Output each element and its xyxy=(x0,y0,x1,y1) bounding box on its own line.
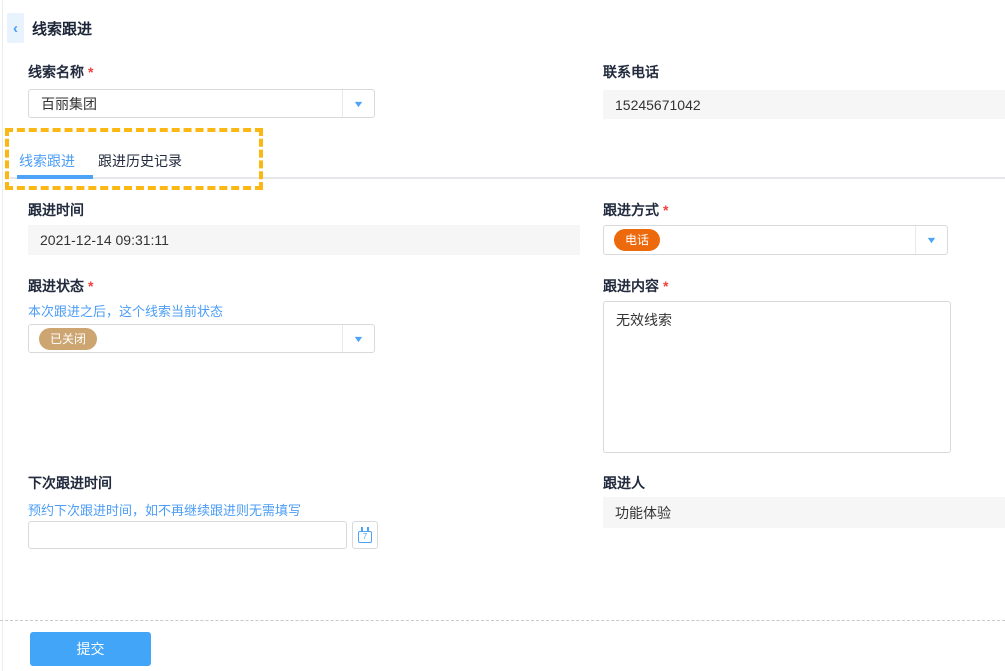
follow-time-field: 2021-12-14 09:31:11 xyxy=(28,225,580,255)
follow-status-label: 跟进状态* xyxy=(28,276,93,296)
required-marker: * xyxy=(663,202,668,218)
lead-name-label: 线索名称* xyxy=(28,62,93,82)
active-tab-underline xyxy=(17,175,93,179)
back-button[interactable]: ‹ xyxy=(7,13,24,43)
follower-label: 跟进人 xyxy=(603,473,645,493)
follow-method-tag: 电话 xyxy=(614,229,660,251)
follow-status-tag: 已关闭 xyxy=(39,328,97,350)
follow-method-caret-box[interactable]: ▼ xyxy=(915,226,947,254)
follow-status-hint: 本次跟进之后，这个线索当前状态 xyxy=(28,301,223,320)
required-marker: * xyxy=(663,278,668,294)
lead-name-caret-box[interactable]: ▼ xyxy=(342,90,374,117)
follow-content-textarea[interactable]: 无效线索 xyxy=(603,301,951,453)
follow-status-select[interactable]: 已关闭 ▼ xyxy=(28,324,375,353)
page-title: 线索跟进 xyxy=(32,18,92,39)
next-follow-time-input[interactable] xyxy=(28,521,347,549)
follow-status-caret-box[interactable]: ▼ xyxy=(342,325,374,352)
required-marker: * xyxy=(88,278,93,294)
next-follow-time-label: 下次跟进时间 xyxy=(28,473,112,493)
contact-phone-label: 联系电话 xyxy=(603,62,659,82)
chevron-down-icon: ▼ xyxy=(925,235,937,245)
lead-name-value: 百丽集团 xyxy=(29,90,342,117)
footer-dashed-divider xyxy=(0,620,1005,621)
tab-follow-up-history[interactable]: 跟进历史记录 xyxy=(98,151,182,171)
tabs-baseline xyxy=(10,177,1005,179)
panel-left-border xyxy=(2,0,3,671)
follow-time-value: 2021-12-14 09:31:11 xyxy=(40,232,169,248)
follow-method-label: 跟进方式* xyxy=(603,200,668,220)
contact-phone-value: 15245671042 xyxy=(615,97,701,113)
follow-content-label: 跟进内容* xyxy=(603,276,668,296)
calendar-icon: 7 xyxy=(358,531,372,543)
chevron-down-icon: ▼ xyxy=(352,334,364,344)
contact-phone-field: 15245671042 xyxy=(603,90,1005,119)
lead-follow-up-page: ‹ 线索跟进 线索名称* 百丽集团 ▼ 联系电话 15245671042 线索跟… xyxy=(0,0,1005,671)
lead-name-select[interactable]: 百丽集团 ▼ xyxy=(28,89,375,118)
next-follow-time-hint: 预约下次跟进时间，如不再继续跟进则无需填写 xyxy=(28,500,301,519)
tab-lead-follow-up[interactable]: 线索跟进 xyxy=(19,151,75,171)
follower-field: 功能体验 xyxy=(603,497,1005,528)
required-marker: * xyxy=(88,64,93,80)
calendar-picker-button[interactable]: 7 xyxy=(352,521,378,549)
follow-time-label: 跟进时间 xyxy=(28,200,84,220)
back-chevron-icon: ‹ xyxy=(13,20,18,37)
follower-value: 功能体验 xyxy=(615,503,671,523)
submit-button[interactable]: 提交 xyxy=(30,632,151,666)
chevron-down-icon: ▼ xyxy=(352,99,364,109)
follow-method-select[interactable]: 电话 ▼ xyxy=(603,225,948,255)
